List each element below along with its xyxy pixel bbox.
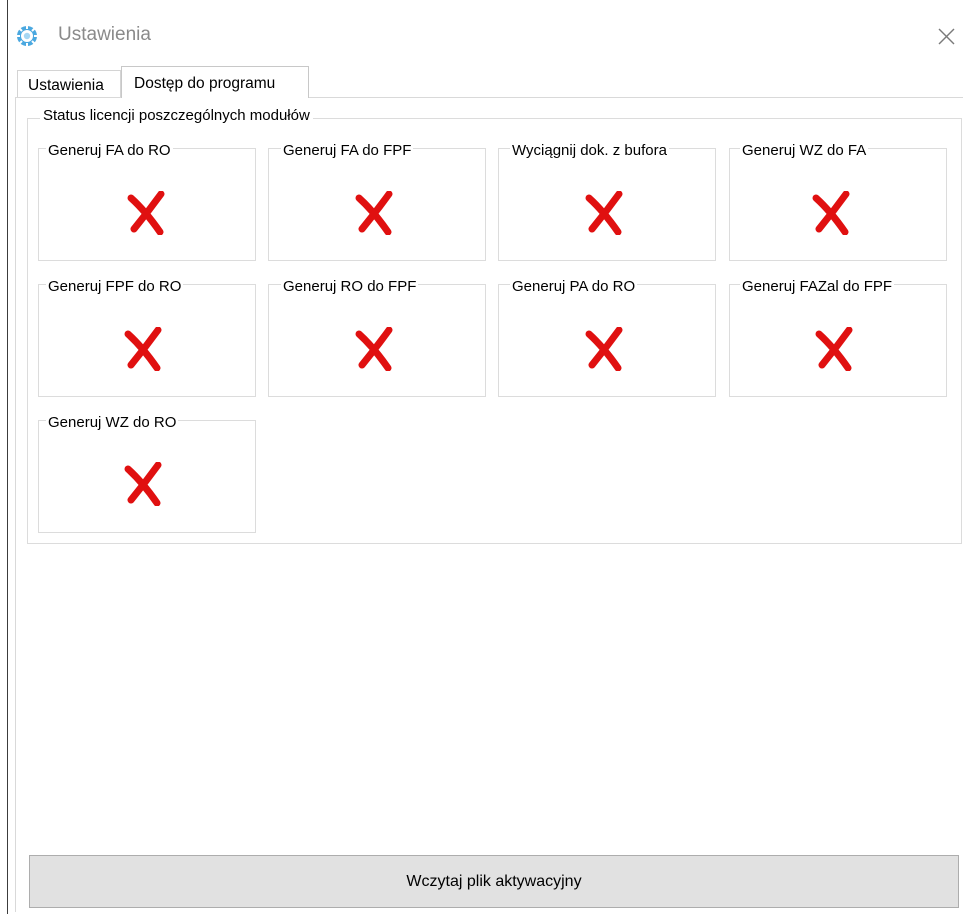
module-label: Generuj FPF do RO xyxy=(46,278,184,295)
x-icon xyxy=(355,191,393,235)
window-title: Ustawienia xyxy=(58,24,151,45)
module-label: Generuj FA do RO xyxy=(46,142,173,159)
module-label: Generuj FA do FPF xyxy=(281,142,414,159)
module-label: Generuj RO do FPF xyxy=(281,278,419,295)
x-icon xyxy=(815,327,853,371)
title-bar xyxy=(8,0,963,66)
module-label: Generuj WZ do RO xyxy=(46,414,179,431)
module-label: Generuj PA do RO xyxy=(510,278,638,295)
module-label: Wyciągnij dok. z bufora xyxy=(510,142,669,159)
module-label: Generuj FAZal do FPF xyxy=(740,278,895,295)
tab-ustawienia[interactable]: Ustawienia xyxy=(17,70,121,97)
x-icon xyxy=(124,462,162,506)
x-icon xyxy=(124,327,162,371)
module-label: Generuj WZ do FA xyxy=(740,142,869,159)
x-icon xyxy=(127,191,165,235)
x-icon xyxy=(585,191,623,235)
load-activation-file-button[interactable]: Wczytaj plik aktywacyjny xyxy=(29,855,959,908)
close-icon[interactable] xyxy=(932,22,960,50)
gear-icon xyxy=(16,25,38,47)
window-border xyxy=(7,0,8,914)
x-icon xyxy=(812,191,850,235)
license-status-group-title: Status licencji poszczególnych modułów xyxy=(40,107,313,124)
x-icon xyxy=(355,327,393,371)
tab-dostep-do-programu[interactable]: Dostęp do programu xyxy=(121,66,309,98)
x-icon xyxy=(585,327,623,371)
